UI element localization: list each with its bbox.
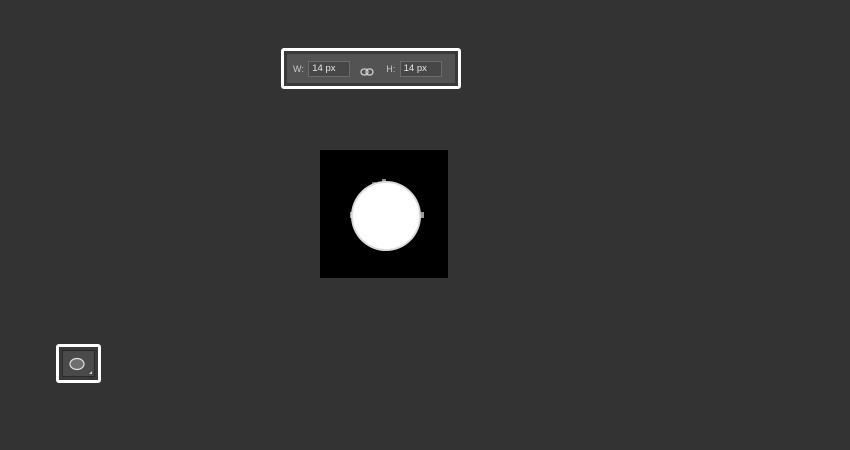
ellipse-tool-button[interactable]	[56, 344, 101, 383]
width-field[interactable]: 14 px	[308, 60, 351, 77]
link-chain-icon[interactable]	[360, 64, 374, 76]
height-field[interactable]: 14 px	[399, 60, 442, 77]
height-label: H:	[386, 63, 396, 74]
submenu-indicator-icon	[89, 371, 92, 374]
ellipse-tool-icon	[69, 357, 92, 374]
ellipse-tool-button-inner	[62, 350, 95, 377]
width-label: W:	[293, 63, 305, 74]
shape-size-options-inner: W: 14 px H: 14 px	[287, 54, 455, 83]
shape-size-options-bar: W: 14 px H: 14 px	[281, 48, 461, 89]
document-canvas[interactable]	[320, 150, 448, 278]
canvas-artwork	[320, 150, 448, 278]
